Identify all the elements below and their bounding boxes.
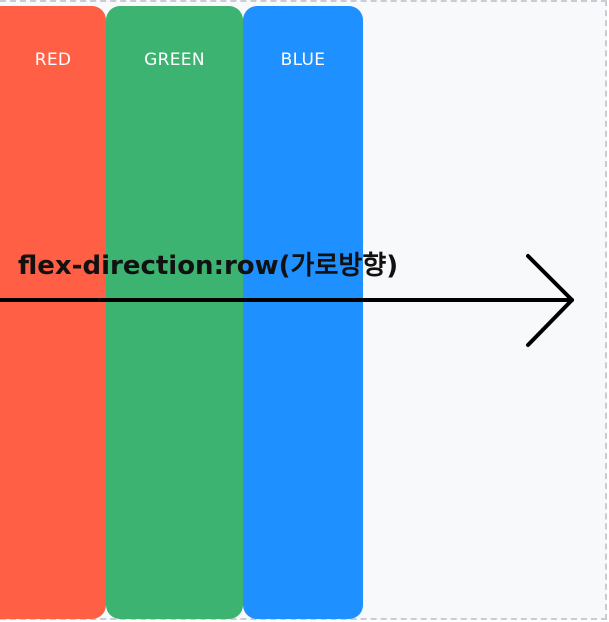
box-red-label: RED xyxy=(34,50,72,70)
flex-container: RED GREEN BLUE flex-direction:row(가로방향) xyxy=(0,0,607,620)
direction-arrow-icon xyxy=(0,254,574,347)
box-blue-label: BLUE xyxy=(280,50,326,70)
box-green-label: GREEN xyxy=(144,50,205,70)
